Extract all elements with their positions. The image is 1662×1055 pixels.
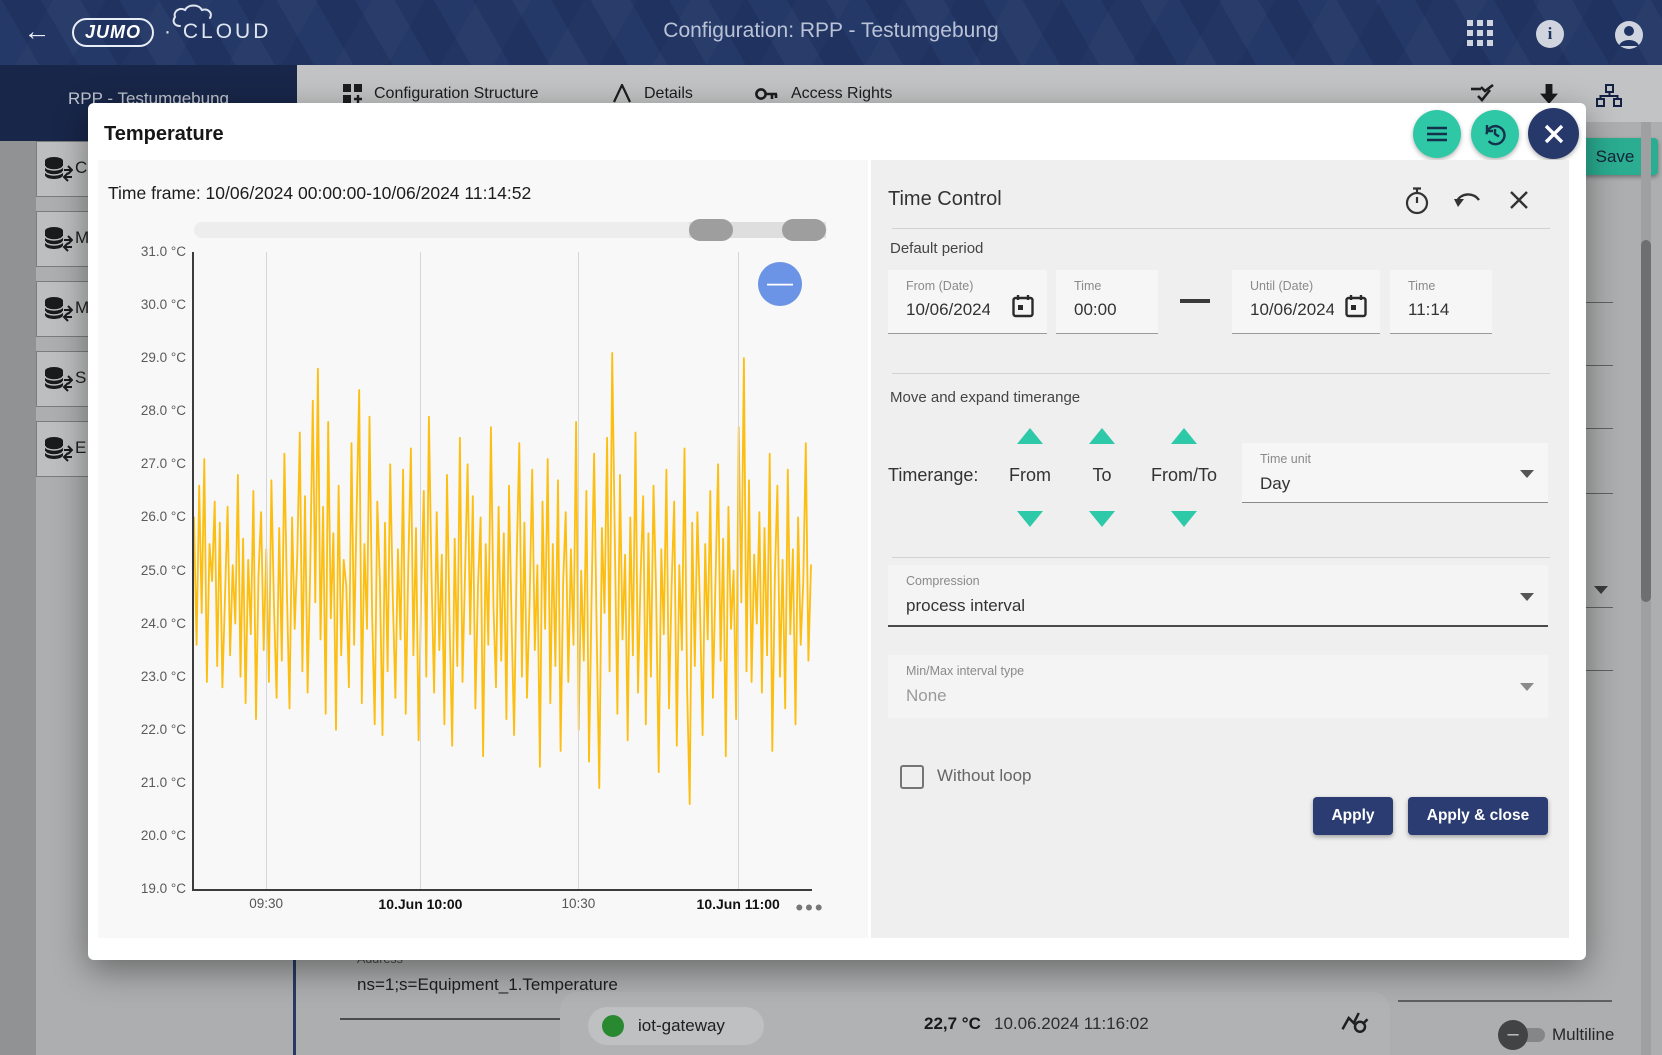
apps-grid-icon[interactable] [1467,20,1493,46]
until-date-field[interactable]: Until (Date) 10/06/2024 [1232,270,1380,334]
calendar-icon[interactable] [1012,294,1034,323]
until-time-value[interactable]: 11:14 [1408,300,1449,320]
screen: Configuration Structure Details Access R… [0,0,1662,1055]
default-period-label: Default period [890,240,983,257]
timerange-from-to-down-button[interactable] [1171,511,1197,527]
temperature-dialog: Temperature Time frame: 10/06/2024 00:00… [88,103,1586,960]
time-unit-label: Time unit [1260,452,1311,466]
until-date-label: Until (Date) [1250,279,1313,293]
stopwatch-icon[interactable] [1404,187,1430,220]
apply-close-button[interactable]: Apply & close [1408,797,1548,835]
x-tick-label: 09:30 [191,896,341,911]
range-slider-handle-right[interactable] [782,219,826,241]
undo-icon[interactable] [1454,191,1484,218]
y-tick-label: 27.0 °C [106,456,186,471]
chevron-down-icon [1520,470,1534,478]
history-button[interactable] [1471,110,1519,158]
minmax-value: None [906,686,947,706]
divider [892,228,1550,229]
minmax-interval-select[interactable]: Min/Max interval type None [888,655,1548,718]
timeframe-text: Time frame: 10/06/2024 00:00:00-10/06/20… [108,183,531,204]
y-tick-label: 25.0 °C [106,563,186,578]
from-date-value[interactable]: 10/06/2024 [906,300,990,320]
x-tick-label: 10.Jun 11:00 [663,896,813,912]
timerange-option-from-to: From/To [1129,465,1239,486]
time-unit-value: Day [1260,474,1290,494]
from-time-value[interactable]: 00:00 [1074,300,1117,320]
x-gridline [420,252,421,889]
compression-select[interactable]: Compression process interval [888,565,1548,627]
range-slider-handle-left[interactable] [689,219,733,241]
y-tick-label: 31.0 °C [106,244,186,259]
page-title: Configuration: RPP - Testumgebung [0,19,1662,43]
compression-label: Compression [906,574,980,588]
y-tick-label: 28.0 °C [106,403,186,418]
x-gridline [738,252,739,889]
x-gridline [578,252,579,889]
chevron-down-icon [1520,683,1534,691]
from-date-field[interactable]: From (Date) 10/06/2024 [888,270,1047,334]
timerange-to-down-button[interactable] [1089,511,1115,527]
timerange-to-up-button[interactable] [1089,428,1115,444]
account-icon[interactable] [1614,20,1640,46]
y-tick-label: 22.0 °C [106,722,186,737]
list-icon [1426,126,1448,142]
chevron-down-icon [1520,593,1534,601]
apply-button[interactable]: Apply [1313,797,1393,835]
divider [892,373,1550,374]
period-dash [1180,299,1210,303]
until-date-value[interactable]: 10/06/2024 [1250,300,1334,320]
timerange-from-down-button[interactable] [1017,511,1043,527]
y-tick-label: 19.0 °C [106,881,186,896]
from-date-label: From (Date) [906,279,973,293]
timerange-from-to-up-button[interactable] [1171,428,1197,444]
y-tick-label: 24.0 °C [106,616,186,631]
temperature-line-chart [194,252,812,890]
y-tick-label: 23.0 °C [106,669,186,684]
top-bar: ← JUMO · CLOUD Configuration: RPP - Test… [0,0,1662,65]
until-time-label: Time [1408,279,1435,293]
close-dialog-button[interactable] [1528,108,1579,159]
y-tick-label: 26.0 °C [106,509,186,524]
without-loop-checkbox[interactable] [900,765,924,789]
time-unit-select[interactable]: Time unit Day [1242,443,1548,503]
minmax-label: Min/Max interval type [906,664,1024,678]
close-icon [1544,124,1564,144]
compression-value: process interval [906,596,1025,616]
until-time-field[interactable]: Time 11:14 [1390,270,1492,334]
y-tick-label: 20.0 °C [106,828,186,843]
from-time-field[interactable]: Time 00:00 [1056,270,1158,334]
info-icon[interactable]: i [1536,20,1564,48]
from-time-label: Time [1074,279,1101,293]
x-gridline [266,252,267,889]
dialog-title: Temperature [104,123,224,146]
divider [892,557,1550,558]
timerange-from-up-button[interactable] [1017,428,1043,444]
close-panel-icon[interactable] [1508,189,1530,216]
list-view-button[interactable] [1413,110,1461,158]
without-loop-label: Without loop [937,766,1032,786]
calendar-icon[interactable] [1345,294,1367,323]
move-expand-label: Move and expand timerange [890,389,1080,406]
time-control-title: Time Control [888,188,1002,211]
y-tick-label: 21.0 °C [106,775,186,790]
y-tick-label: 29.0 °C [106,350,186,365]
history-clock-icon [1482,121,1508,147]
x-tick-label: 10.Jun 10:00 [345,896,495,912]
x-tick-label: 10:30 [503,896,653,911]
y-tick-label: 30.0 °C [106,297,186,312]
